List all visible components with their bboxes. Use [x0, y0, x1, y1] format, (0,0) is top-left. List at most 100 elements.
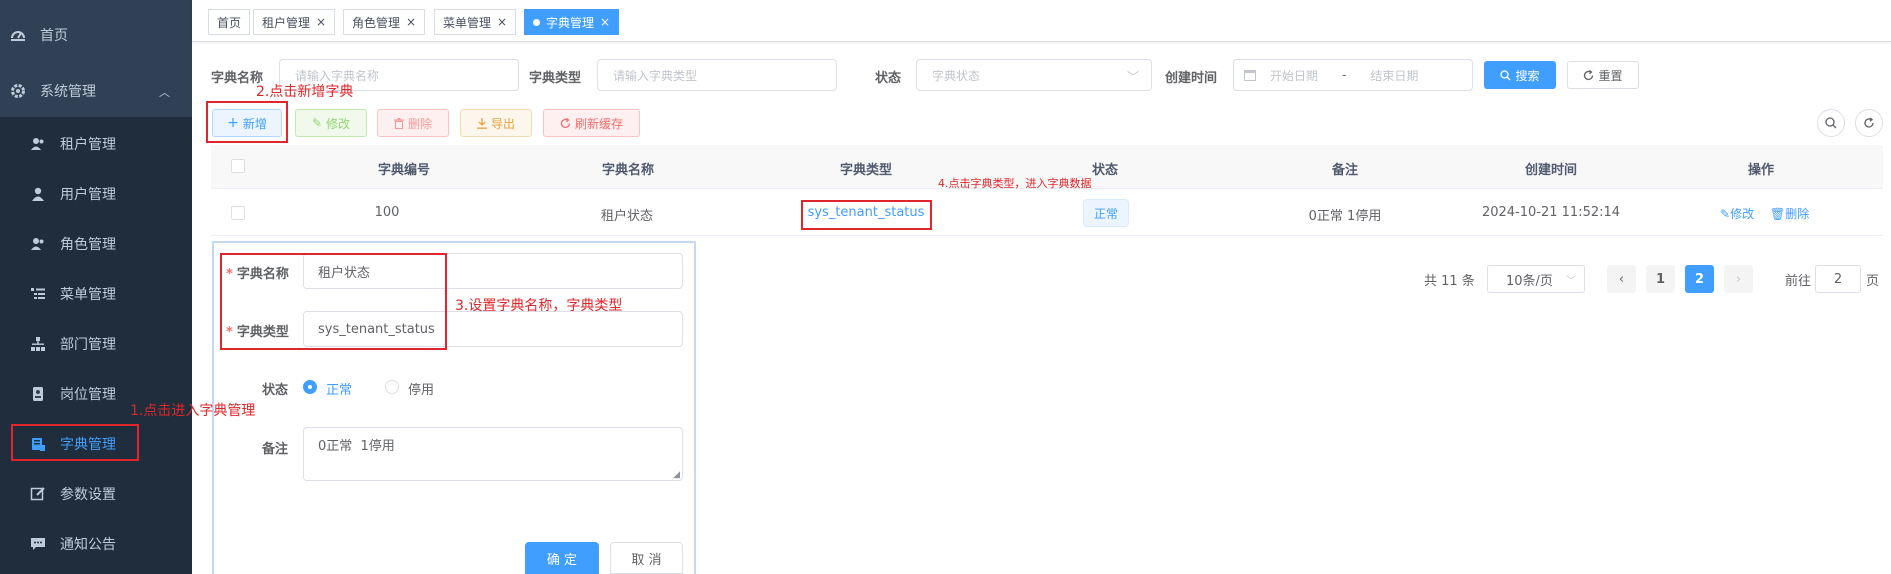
chevron-up-icon: ︿: [159, 86, 170, 99]
close-icon[interactable]: ×: [316, 15, 326, 29]
close-icon[interactable]: ×: [600, 15, 610, 29]
search-icon: [1825, 117, 1837, 129]
date-range-picker[interactable]: 开始日期 - 结束日期: [1233, 59, 1473, 91]
tag-role[interactable]: 角色管理 ×: [343, 9, 426, 35]
reset-button[interactable]: 重置: [1567, 61, 1639, 89]
page-button-1[interactable]: 1: [1646, 265, 1675, 293]
annotation-step1: 1.点击进入字典管理: [130, 403, 256, 419]
goto-suffix: 页: [1866, 274, 1880, 289]
page-button-2[interactable]: 2: [1685, 265, 1714, 293]
refresh-icon: [1583, 69, 1594, 81]
refresh-icon: [560, 117, 571, 129]
tag-dict[interactable]: 字典管理 ×: [524, 9, 620, 35]
refresh-cache-button[interactable]: 刷新缓存: [543, 109, 640, 137]
sidebar-item-label: 部门管理: [60, 337, 116, 353]
dashboard-icon: [10, 27, 26, 43]
row-edit-link[interactable]: ✎修改: [1720, 205, 1754, 222]
sidebar-item-tenant[interactable]: 租户管理: [0, 119, 192, 169]
dict-type-input[interactable]: 请输入字典类型: [597, 59, 837, 91]
toggle-search-button[interactable]: [1817, 109, 1845, 137]
sidebar-item-label: 岗位管理: [60, 387, 116, 403]
confirm-button[interactable]: 确 定: [525, 542, 599, 574]
sidebar-item-label: 角色管理: [60, 237, 116, 253]
prev-page-button[interactable]: ‹: [1607, 265, 1636, 293]
refresh-table-button[interactable]: [1855, 109, 1883, 137]
sidebar-item-config[interactable]: 参数设置: [0, 469, 192, 519]
placeholder: 请输入字典类型: [613, 68, 698, 83]
trash-icon: 🗑: [1770, 207, 1786, 221]
status-select[interactable]: 字典状态 ﹀: [916, 59, 1152, 91]
link-label: 修改: [1730, 207, 1755, 221]
export-button[interactable]: 导出: [460, 109, 532, 137]
tenant-icon: [30, 136, 46, 152]
tag-tenant[interactable]: 租户管理 ×: [253, 9, 336, 35]
dialog-status-label: 状态: [262, 383, 289, 398]
sidebar-item-menu[interactable]: 菜单管理: [0, 269, 192, 319]
sidebar-item-notice[interactable]: 通知公告: [0, 519, 192, 569]
edit-icon: [30, 486, 46, 502]
resize-handle-icon[interactable]: ◢: [673, 470, 680, 480]
message-icon: [30, 536, 46, 552]
search-button[interactable]: 搜索: [1484, 61, 1556, 89]
column-header-actions: 操作: [1747, 163, 1775, 178]
sidebar-item-system[interactable]: 系统管理 ︿: [0, 66, 192, 116]
button-label: 确 定: [546, 552, 578, 568]
edit-icon: ✎: [311, 116, 323, 130]
tag-label: 菜单管理: [443, 15, 492, 30]
chevron-left-icon: ‹: [1618, 271, 1625, 287]
button-label: 重置: [1598, 68, 1623, 83]
delete-button[interactable]: 删除: [377, 109, 449, 137]
cell-id: 100: [374, 205, 400, 220]
goto-page-input[interactable]: 2: [1815, 265, 1861, 293]
sidebar-item-home[interactable]: 首页: [0, 10, 192, 60]
button-label: 取 消: [631, 552, 662, 568]
radio-label: 停用: [408, 383, 435, 398]
radio-checked[interactable]: [303, 380, 317, 394]
page-size-select[interactable]: 10条/页 ﹀: [1487, 265, 1585, 293]
sidebar-item-user[interactable]: 用户管理: [0, 169, 192, 219]
edit-button[interactable]: ✎ 修改: [295, 109, 367, 137]
column-header-name: 字典名称: [601, 163, 655, 178]
annotation-step3: 3.设置字典名称，字典类型: [455, 298, 623, 314]
button-label: 删除: [407, 116, 432, 131]
annotation-step2: 2.点击新增字典: [256, 84, 354, 100]
dialog-remark-textarea[interactable]: 0正常 1停用 ◢: [303, 427, 683, 481]
close-icon[interactable]: ×: [406, 15, 416, 29]
calendar-icon: [1244, 69, 1256, 81]
total-count: 共 11 条: [1424, 274, 1475, 289]
sidebar-item-label: 参数设置: [60, 487, 116, 503]
tag-label: 首页: [217, 15, 242, 30]
end-date-placeholder: 结束日期: [1370, 68, 1419, 83]
sidebar: 首页 系统管理 ︿ 租户管理 用户管理 角色管理 菜单管理 部门管理 岗位管理 …: [0, 0, 192, 574]
tag-label: 角色管理: [352, 15, 401, 30]
tag-home[interactable]: 首页: [208, 9, 251, 35]
row-checkbox[interactable]: [231, 206, 245, 220]
cell-remark: 0正常 1停用: [1308, 209, 1382, 224]
sidebar-item-dept[interactable]: 部门管理: [0, 319, 192, 369]
row-delete-link[interactable]: 🗑删除: [1770, 205, 1809, 222]
search-icon: [1500, 69, 1511, 81]
sidebar-item-role[interactable]: 角色管理: [0, 219, 192, 269]
column-header-status: 状态: [1091, 163, 1119, 178]
tag-menu[interactable]: 菜单管理 ×: [434, 9, 517, 35]
column-header-created: 创建时间: [1524, 163, 1578, 178]
page-number: 1: [1655, 271, 1666, 287]
radio-unchecked[interactable]: [385, 380, 399, 394]
button-label: 搜索: [1515, 68, 1540, 83]
textarea-value: 0正常 1停用: [318, 439, 395, 454]
cell-created: 2024-10-21 11:52:14: [1481, 205, 1621, 220]
sidebar-item-label: 首页: [40, 28, 68, 44]
post-icon: [30, 386, 46, 402]
annotation-box-step3: [220, 253, 447, 350]
goto-prefix: 前往: [1785, 274, 1812, 289]
annotation-box-step2: [206, 101, 288, 143]
annotation-box-step1: [11, 424, 139, 461]
cancel-button[interactable]: 取 消: [610, 542, 683, 574]
next-page-button[interactable]: ›: [1724, 265, 1753, 293]
refresh-icon: [1863, 117, 1875, 129]
select-all-checkbox[interactable]: [231, 159, 245, 173]
date-separator: -: [1342, 68, 1347, 82]
close-icon[interactable]: ×: [497, 15, 507, 29]
org-tree-icon: [30, 336, 46, 352]
cell-name: 租户状态: [600, 209, 654, 224]
